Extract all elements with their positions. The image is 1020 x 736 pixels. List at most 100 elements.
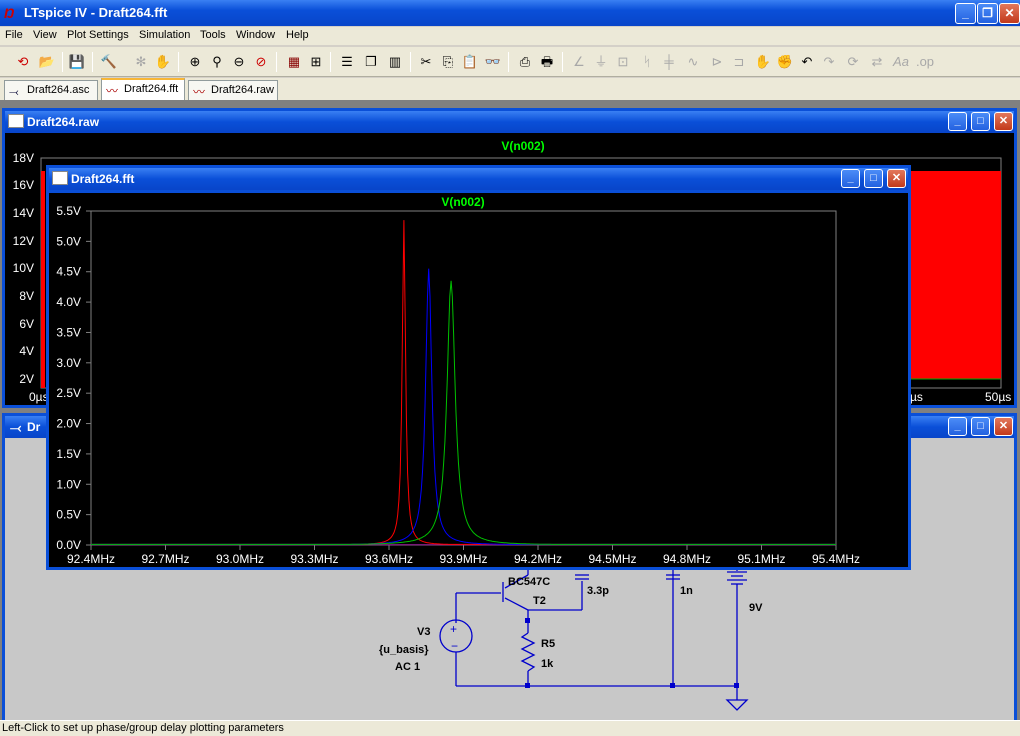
redo-icon[interactable]: ↷ bbox=[818, 51, 840, 73]
run-icon[interactable]: ⟲ bbox=[12, 51, 34, 73]
fft-y-tick: 4.5V bbox=[56, 265, 81, 279]
menu-view[interactable]: View bbox=[33, 29, 57, 41]
restore-button[interactable]: ❐ bbox=[977, 3, 998, 24]
paste-icon[interactable]: 📋 bbox=[459, 51, 481, 73]
raw-y-tick: 8V bbox=[19, 289, 34, 303]
fft-x-tick: 95.1MHz bbox=[737, 552, 785, 566]
fft-window: Draft264.fft _ □ ✕ V(n002) 5.5V 5.0V 4.5V 4… bbox=[46, 165, 911, 570]
zoom-in-icon[interactable]: ⊕ bbox=[184, 51, 206, 73]
print-icon[interactable]: 🖶 bbox=[536, 51, 558, 73]
raw-y-tick: 14V bbox=[13, 206, 34, 220]
waveform-icon bbox=[52, 171, 68, 185]
menu-window[interactable]: Window bbox=[236, 29, 275, 41]
mirror-icon[interactable]: ⇄ bbox=[866, 51, 888, 73]
fft-y-tick: 1.0V bbox=[56, 477, 81, 491]
wire-icon[interactable]: ∠ bbox=[568, 51, 590, 73]
resistor-icon[interactable]: ᛋ bbox=[636, 51, 658, 73]
tile-horizontal-icon[interactable]: ☰ bbox=[336, 51, 358, 73]
fft-y-tick: 1.5V bbox=[56, 447, 81, 461]
document-tabs: ⤙ Draft264.asc 〰 Draft264.fft 〰 Draft264… bbox=[0, 78, 1020, 100]
fft-trace-label[interactable]: V(n002) bbox=[441, 195, 484, 209]
schematic-close-button[interactable]: ✕ bbox=[994, 417, 1013, 436]
source-ac-label: AC 1 bbox=[395, 661, 420, 673]
fft-minimize-button[interactable]: _ bbox=[841, 169, 860, 188]
copy-icon[interactable]: ⎘ bbox=[437, 51, 459, 73]
fft-x-tick: 94.2MHz bbox=[514, 552, 562, 566]
fft-x-tick: 94.8MHz bbox=[663, 552, 711, 566]
fft-y-tick: 5.5V bbox=[56, 204, 81, 218]
cut-icon[interactable]: ✂ bbox=[415, 51, 437, 73]
print-preview-icon[interactable]: ⎙ bbox=[514, 51, 536, 73]
capacitor-icon[interactable]: ╪ bbox=[658, 51, 680, 73]
raw-y-tick: 4V bbox=[19, 344, 34, 358]
rotate-icon[interactable]: ⟳ bbox=[842, 51, 864, 73]
transistor-model-label: BC547C bbox=[508, 576, 550, 588]
source-ref-label: V3 bbox=[417, 626, 430, 638]
raw-trace-label[interactable]: V(n002) bbox=[501, 139, 544, 153]
open-folder-icon[interactable]: 📂 bbox=[36, 51, 58, 73]
schematic-minimize-button[interactable]: _ bbox=[948, 417, 967, 436]
fft-y-tick: 2.0V bbox=[56, 417, 81, 431]
schematic-maximize-button[interactable]: □ bbox=[971, 417, 990, 436]
move-icon[interactable]: ✋ bbox=[752, 51, 774, 73]
fft-window-titlebar: Draft264.fft _ □ ✕ bbox=[49, 168, 908, 190]
autorange-icon[interactable]: ▦ bbox=[283, 51, 305, 73]
control-panel-icon[interactable]: 🔨 bbox=[98, 51, 120, 73]
raw-y-tick: 16V bbox=[13, 178, 34, 192]
tab-draft264-raw[interactable]: 〰 Draft264.raw bbox=[188, 80, 278, 100]
fft-x-tick: 93.3MHz bbox=[290, 552, 338, 566]
toolbar: ⟲ 📂 💾 🔨 ✻ ✋ ⊕ ⚲ ⊖ ⊘ ▦ ⊞ ☰ ❐ ▥ ✂ ⎘ 📋 👓 ⎙ … bbox=[0, 47, 1020, 77]
fft-close-button[interactable]: ✕ bbox=[887, 169, 906, 188]
grid-icon[interactable]: ⊞ bbox=[305, 51, 327, 73]
fft-plot-area[interactable]: V(n002) 5.5V 5.0V 4.5V 4.0V 3.5V 3.0V 2.5V 2.0V… bbox=[49, 193, 908, 567]
menu-file[interactable]: File bbox=[5, 29, 23, 41]
zoom-fit-icon[interactable]: ⚲ bbox=[206, 51, 228, 73]
tab-draft264-asc[interactable]: ⤙ Draft264.asc bbox=[4, 80, 98, 100]
schematic-icon: ⤙ bbox=[10, 419, 22, 435]
app-titlebar: Ŋ LTspice IV - Draft264.fft _ ❐ ✕ bbox=[0, 0, 1020, 26]
fft-maximize-button[interactable]: □ bbox=[864, 169, 883, 188]
raw-window-titlebar: Draft264.raw _ □ ✕ bbox=[5, 111, 1014, 133]
fft-y-tick: 0.5V bbox=[56, 508, 81, 522]
pan-icon[interactable]: ✋ bbox=[152, 51, 174, 73]
menu-plot-settings[interactable]: Plot Settings bbox=[67, 29, 129, 41]
cascade-icon[interactable]: ❐ bbox=[360, 51, 382, 73]
waveform-icon: 〰 bbox=[193, 85, 206, 99]
raw-y-tick: 12V bbox=[13, 234, 34, 248]
ground-icon[interactable]: ⏚ bbox=[590, 51, 612, 73]
ltspice-logo-icon: Ŋ bbox=[4, 5, 15, 21]
minimize-button[interactable]: _ bbox=[955, 3, 976, 24]
waveform-icon bbox=[8, 114, 24, 128]
tab-draft264-fft[interactable]: 〰 Draft264.fft bbox=[101, 78, 185, 100]
undo-icon[interactable]: ↶ bbox=[796, 51, 818, 73]
halt-icon[interactable]: ✻ bbox=[130, 51, 152, 73]
raw-minimize-button[interactable]: _ bbox=[948, 112, 967, 131]
fft-y-tick: 5.0V bbox=[56, 234, 81, 248]
menu-help[interactable]: Help bbox=[286, 29, 309, 41]
text-icon[interactable]: Aa bbox=[890, 51, 912, 73]
fft-y-tick: 3.0V bbox=[56, 356, 81, 370]
raw-maximize-button[interactable]: □ bbox=[971, 112, 990, 131]
raw-x-tick-partial: µs bbox=[910, 390, 923, 404]
zoom-cancel-icon[interactable]: ⊘ bbox=[250, 51, 272, 73]
app-title: LTspice IV - Draft264.fft bbox=[24, 5, 168, 20]
component-icon[interactable]: ⊐ bbox=[728, 51, 750, 73]
schematic-icon: ⤙ bbox=[9, 85, 19, 99]
close-button[interactable]: ✕ bbox=[999, 3, 1020, 24]
battery-value-label: 9V bbox=[749, 602, 763, 614]
inductor-icon[interactable]: ∿ bbox=[682, 51, 704, 73]
diode-icon[interactable]: ⊳ bbox=[706, 51, 728, 73]
fft-x-tick: 92.4MHz bbox=[67, 552, 115, 566]
raw-close-button[interactable]: ✕ bbox=[994, 112, 1013, 131]
spice-directive-icon[interactable]: .op bbox=[914, 51, 936, 73]
find-icon[interactable]: 👓 bbox=[482, 51, 504, 73]
menu-simulation[interactable]: Simulation bbox=[139, 29, 190, 41]
drag-icon[interactable]: ✊ bbox=[774, 51, 796, 73]
label-icon[interactable]: ⊡ bbox=[612, 51, 634, 73]
save-icon[interactable]: 💾 bbox=[66, 51, 88, 73]
zoom-out-icon[interactable]: ⊖ bbox=[228, 51, 250, 73]
resistor-ref-label: R5 bbox=[541, 638, 555, 650]
tile-vertical-icon[interactable]: ▥ bbox=[384, 51, 406, 73]
raw-y-tick: 10V bbox=[13, 261, 34, 275]
menu-tools[interactable]: Tools bbox=[200, 29, 226, 41]
